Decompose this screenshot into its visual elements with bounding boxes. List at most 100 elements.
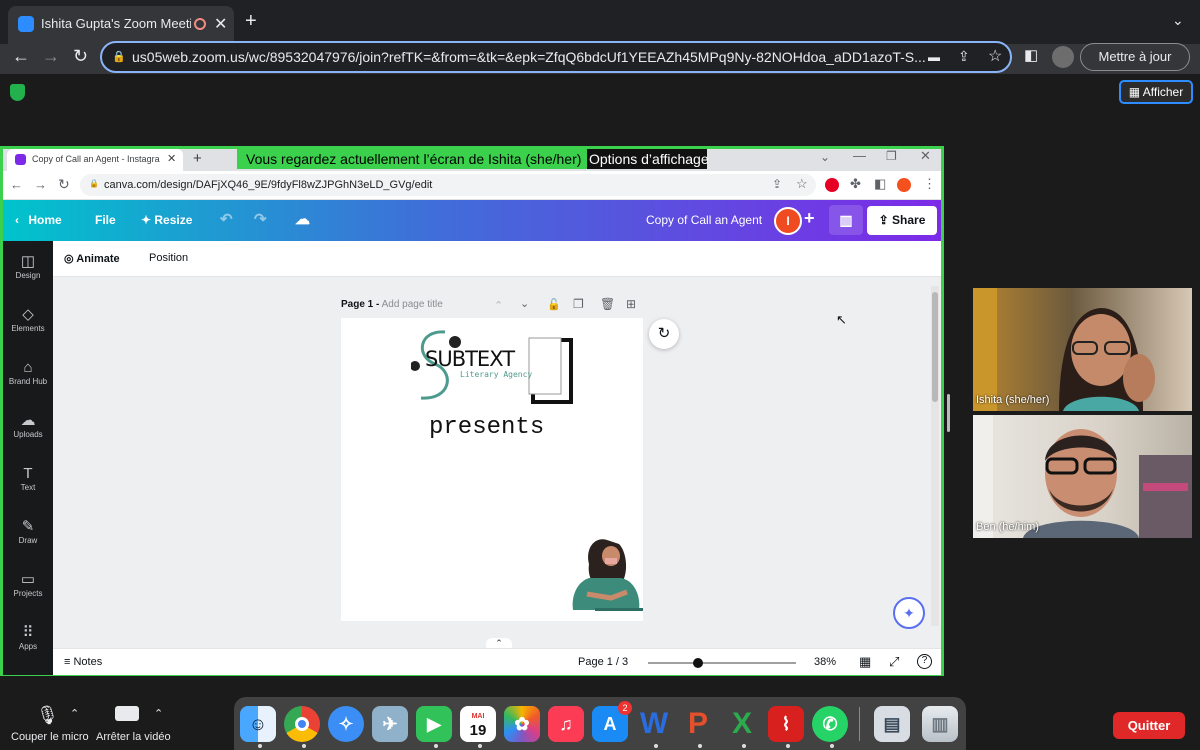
participant-tile-ben[interactable]: Ben (he/him) xyxy=(973,415,1192,538)
calendar-icon[interactable]: MAI 19 xyxy=(460,706,496,742)
security-shield-icon[interactable] xyxy=(10,84,25,101)
update-button[interactable]: Mettre à jour xyxy=(1080,43,1190,71)
duplicate-page-icon[interactable]: ❐ xyxy=(573,297,584,311)
mic-options-chevron-icon[interactable]: ⌃ xyxy=(70,707,79,720)
shared-address-bar[interactable]: 🔒 canva.com/design/DAFjXQ46_9E/9fdyFl8wZ… xyxy=(80,174,816,196)
powerpoint-icon[interactable]: P xyxy=(680,706,716,742)
shared-close-tab-icon[interactable]: ✕ xyxy=(167,152,176,165)
sidebar-item-elements[interactable]: ◇ Elements xyxy=(3,306,53,333)
add-page-icon[interactable]: ⊞ xyxy=(626,297,636,311)
pinterest-icon[interactable] xyxy=(825,178,839,192)
shared-restore-icon[interactable]: ❐ xyxy=(886,149,897,163)
notes-button[interactable]: ≡ Notes xyxy=(64,656,102,668)
magic-assistant-icon[interactable]: ✦ xyxy=(893,597,925,629)
shared-star-icon[interactable]: ☆ xyxy=(796,176,808,192)
profile-avatar[interactable] xyxy=(1052,46,1074,68)
grid-view-pages-icon[interactable]: ▦ xyxy=(859,654,871,670)
shared-tab-canva[interactable]: Copy of Call an Agent - Instagram ✕ xyxy=(7,149,183,171)
page-up-icon[interactable]: ⌃ xyxy=(494,299,503,312)
sidebar-item-brand-hub[interactable]: ⌂ Brand Hub xyxy=(3,359,53,386)
fullscreen-icon[interactable]: ⤢ xyxy=(889,654,899,670)
shared-new-tab-icon[interactable]: + xyxy=(193,150,202,167)
cloud-save-icon[interactable]: ☁ xyxy=(295,210,310,228)
reload-icon[interactable]: ↻ xyxy=(73,46,88,67)
page-down-icon[interactable]: ⌄ xyxy=(520,297,529,310)
photos-icon[interactable]: ✿ xyxy=(504,706,540,742)
preview-icon[interactable]: ✈ xyxy=(372,706,408,742)
resize-button[interactable]: ✦ Resize xyxy=(141,213,192,227)
word-icon[interactable]: W xyxy=(636,706,672,742)
tab-list-chevron-icon[interactable]: ⌄ xyxy=(1172,12,1184,29)
finder-icon[interactable]: ☺ xyxy=(240,706,276,742)
shared-minimize-icon[interactable]: — xyxy=(853,148,866,163)
shared-back-icon[interactable]: ← xyxy=(10,177,23,192)
animate-button[interactable]: ◎ Animate xyxy=(64,252,120,265)
chrome-app-icon[interactable]: ▤ xyxy=(874,706,910,742)
share-button[interactable]: ⇪ Share xyxy=(867,206,937,235)
shared-side-panel-icon[interactable]: ◧ xyxy=(874,176,886,192)
sidebar-item-projects[interactable]: ▭ Projects xyxy=(3,571,53,598)
camera-blocked-icon[interactable]: ▬ xyxy=(928,50,940,64)
extensions-icon[interactable]: ✤ xyxy=(850,176,861,192)
page-counter[interactable]: Page 1 / 3 xyxy=(578,656,628,668)
video-label[interactable]: Arrêter la vidéo xyxy=(96,731,171,743)
add-collaborator-icon[interactable]: + xyxy=(804,208,815,229)
home-button[interactable]: ‹ Home xyxy=(15,213,62,227)
delete-page-icon[interactable]: 🗑 xyxy=(600,297,615,311)
video-camera-icon[interactable] xyxy=(115,706,139,721)
outer-tab-zoom[interactable]: Ishita Gupta's Zoom Meetin ✕ xyxy=(8,6,234,44)
sidebar-item-uploads[interactable]: ☁ Uploads xyxy=(3,412,53,439)
design-page[interactable]: SUBTEXT Literary Agency presents xyxy=(341,318,643,621)
shared-close-window-icon[interactable]: ✕ xyxy=(920,148,931,164)
collaborator-avatar[interactable]: I xyxy=(774,207,802,235)
microphone-icon[interactable]: 🎙 xyxy=(36,705,59,726)
close-tab-icon[interactable]: ✕ xyxy=(214,14,227,34)
zoom-level[interactable]: 38% xyxy=(814,656,836,668)
shared-profile-icon[interactable] xyxy=(897,178,911,192)
canvas-scroll-thumb[interactable] xyxy=(932,292,938,402)
chrome-icon[interactable] xyxy=(284,706,320,742)
lock-page-icon[interactable]: 🔓 xyxy=(547,298,561,311)
acrobat-icon[interactable]: ⌇ xyxy=(768,706,804,742)
share-page-icon[interactable]: ⇪ xyxy=(958,48,970,65)
shared-forward-icon[interactable]: → xyxy=(34,177,47,192)
undo-icon[interactable]: ↶ xyxy=(220,210,233,228)
music-icon[interactable]: ♫ xyxy=(548,706,584,742)
zoom-slider[interactable] xyxy=(648,662,796,664)
refresh-design-icon[interactable]: ↻ xyxy=(649,319,679,349)
shared-minimize-chevron-icon[interactable]: ⌄ xyxy=(820,150,830,164)
video-options-chevron-icon[interactable]: ⌃ xyxy=(154,707,163,720)
insights-icon[interactable]: ▥ xyxy=(829,205,863,235)
back-icon[interactable]: ← xyxy=(12,46,30,67)
page-title-input[interactable]: Add page title xyxy=(382,299,443,310)
zoom-slider-thumb[interactable] xyxy=(693,658,703,668)
shared-menu-icon[interactable]: ⋮ xyxy=(923,176,936,192)
side-panel-icon[interactable]: ◧ xyxy=(1024,46,1038,64)
view-options-button[interactable]: Options d’affichage xyxy=(587,149,709,169)
facetime-icon[interactable]: ▶ xyxy=(416,706,452,742)
view-button[interactable]: ▦ Afficher xyxy=(1119,80,1193,104)
forward-icon[interactable]: → xyxy=(42,46,60,67)
safari-icon[interactable]: ✧ xyxy=(328,706,364,742)
quit-button[interactable]: Quitter xyxy=(1113,712,1185,739)
document-title[interactable]: Copy of Call an Agent xyxy=(646,213,762,227)
sidebar-item-design[interactable]: ◫ Design xyxy=(3,253,53,280)
position-button[interactable]: Position xyxy=(149,252,188,264)
sidebar-item-apps[interactable]: ⠿ Apps xyxy=(3,624,53,651)
trash-icon[interactable]: ▥ xyxy=(922,706,958,742)
participant-tile-ishita[interactable]: Ishita (she/her) xyxy=(973,288,1192,411)
shared-reload-icon[interactable]: ↻ xyxy=(58,176,70,193)
file-button[interactable]: File xyxy=(95,213,116,227)
canvas-scrollbar[interactable] xyxy=(931,286,939,626)
excel-icon[interactable]: X xyxy=(724,706,760,742)
mute-label[interactable]: Couper le micro xyxy=(11,731,89,743)
outer-address-bar[interactable]: 🔒 us05web.zoom.us/wc/89532047976/join?re… xyxy=(100,41,1012,73)
zoom-splitter-handle[interactable] xyxy=(947,394,950,432)
help-icon[interactable]: ? xyxy=(917,654,932,669)
bookmark-star-icon[interactable]: ☆ xyxy=(988,46,1002,66)
sidebar-item-draw[interactable]: ✎ Draw xyxy=(3,518,53,545)
shared-share-icon[interactable]: ⇪ xyxy=(772,177,782,191)
sidebar-item-text[interactable]: T Text xyxy=(3,465,53,492)
whatsapp-icon[interactable]: ✆ xyxy=(812,706,848,742)
new-tab-icon[interactable]: + xyxy=(245,10,257,33)
